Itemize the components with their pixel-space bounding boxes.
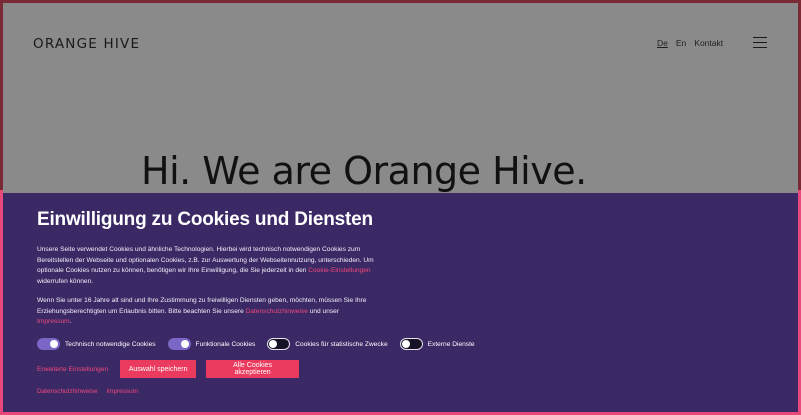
toggle-label: Technisch notwendige Cookies: [65, 340, 156, 348]
toggle-label: Cookies für statistische Zwecke: [295, 340, 388, 348]
contact-link[interactable]: Kontakt: [694, 38, 723, 48]
toggle-statistics-cookies: Cookies für statistische Zwecke: [267, 338, 388, 350]
extended-settings-link[interactable]: Erweiterte Einstellungen: [37, 366, 108, 373]
imprint-link[interactable]: Impressum: [106, 388, 138, 395]
lang-de-link[interactable]: De: [657, 38, 668, 48]
consent-intro-end: widerrufen können.: [37, 277, 94, 285]
external-services-switch[interactable]: [399, 338, 423, 350]
toggle-external-services: Externe Dienste: [399, 338, 475, 350]
page-frame: ORANGE HIVE De En Kontakt Hi. We are Ora…: [3, 3, 798, 412]
consent-footer-links: Datenschutzhinweise Impressum: [37, 388, 138, 395]
hamburger-menu-icon[interactable]: [753, 37, 767, 49]
consent-intro-text: Unsere Seite verwendet Cookies und ähnli…: [37, 245, 387, 287]
consent-minors-text: Wenn Sie unter 16 Jahre alt sind und Ihr…: [37, 296, 387, 328]
necessary-cookies-switch[interactable]: [37, 338, 60, 350]
statistics-cookies-switch[interactable]: [267, 338, 291, 350]
accept-all-button[interactable]: Alle Cookies akzeptieren: [206, 360, 300, 378]
toggle-functional-cookies: Funktionale Cookies: [167, 338, 256, 350]
consent-title: Einwilligung zu Cookies und Diensten: [37, 209, 373, 230]
consent-minors-end: .: [69, 318, 72, 325]
toggle-necessary-cookies: Technisch notwendige Cookies: [37, 338, 156, 350]
lang-en-link[interactable]: En: [676, 38, 686, 48]
hero-title: Hi. We are Orange Hive.: [141, 149, 587, 193]
toggle-label: Externe Dienste: [427, 340, 475, 348]
imprint-link-inline[interactable]: Impressum: [37, 318, 70, 325]
site-header: ORANGE HIVE De En Kontakt: [3, 3, 798, 83]
header-nav: De En Kontakt: [657, 38, 723, 48]
privacy-link-inline[interactable]: Datenschutzhinweise: [246, 308, 308, 315]
cookie-consent-banner: Einwilligung zu Cookies und Diensten Uns…: [3, 193, 798, 412]
consent-minors-mid: und unser: [307, 307, 340, 315]
consent-toggles: Technisch notwendige Cookies Funktionale…: [37, 338, 487, 350]
toggle-label: Funktionale Cookies: [195, 340, 256, 348]
cookie-settings-link[interactable]: Cookie-Einstellungen: [308, 267, 370, 274]
save-selection-button[interactable]: Auswahl speichern: [120, 360, 197, 378]
privacy-link[interactable]: Datenschutzhinweise: [37, 388, 97, 395]
frame-accent-left: [0, 190, 3, 415]
consent-actions: Erweiterte Einstellungen Auswahl speiche…: [37, 360, 309, 378]
functional-cookies-switch[interactable]: [167, 338, 191, 350]
site-logo[interactable]: ORANGE HIVE: [33, 36, 140, 52]
